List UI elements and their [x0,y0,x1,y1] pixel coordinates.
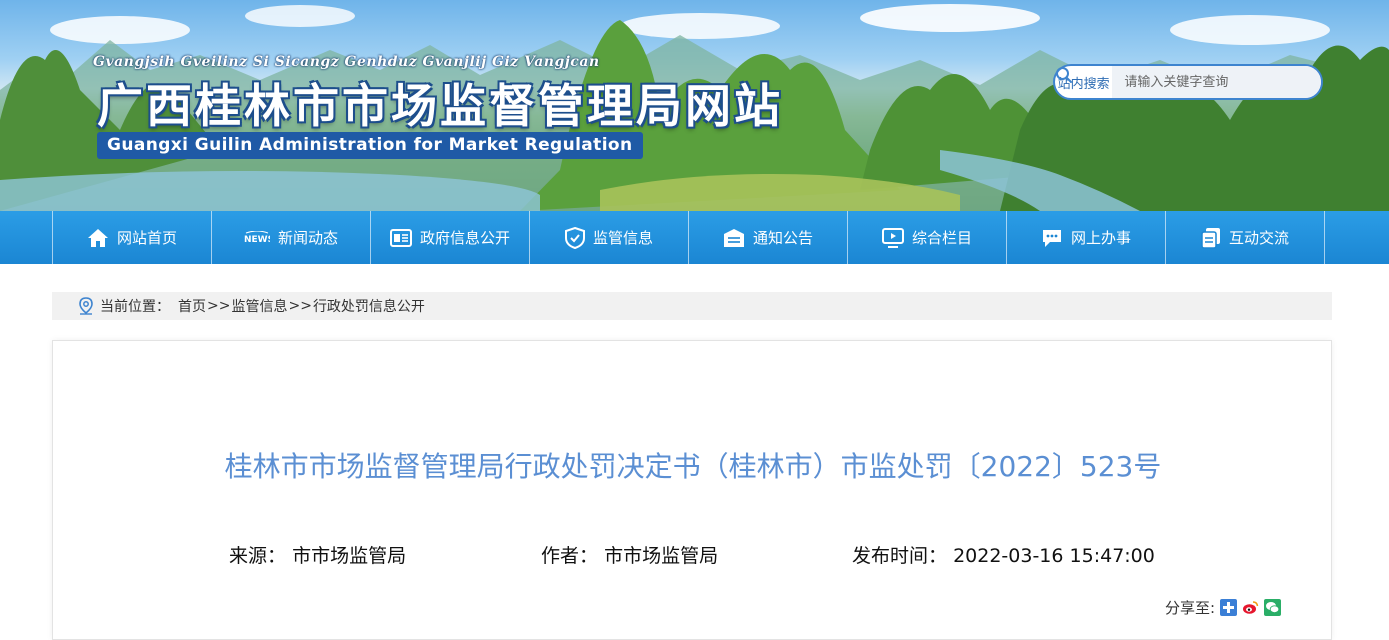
article-author: 作者： 市市场监管局 [541,541,718,568]
search-icon [1056,67,1072,83]
site-banner: Gvangjsih Gveilinz Si Sicangz Genhduz Gv… [0,0,1389,211]
site-title-english: Guangxi Guilin Administration for Market… [97,132,643,159]
copy-icon [1201,227,1220,249]
nav-item-comprehensive[interactable]: 综合栏目 [848,211,1007,264]
nav-item-label: 互动交流 [1228,229,1289,247]
document-icon [389,228,412,247]
nav-item-notice[interactable]: 通知公告 [689,211,848,264]
breadcrumb: 当前位置： 首页 >> 监管信息 >> 行政处罚信息公开 [52,292,1332,320]
author-label: 作者： [541,545,599,567]
nav-item-news[interactable]: NEWS 新闻动态 [212,211,371,264]
article-title: 桂林市市场监督管理局行政处罚决定书（桂林市）市监处罚〔2022〕523号 [224,450,1162,483]
nav-item-label: 新闻动态 [277,229,338,247]
site-title: 广西桂林市市场监督管理局网站 [97,79,783,133]
nav-item-supervision[interactable]: 监管信息 [530,211,689,264]
breadcrumb-separator: >> [207,298,231,314]
nav-item-label: 网上办事 [1070,229,1131,247]
article-source: 来源： 市市场监管局 [229,541,406,568]
share-label: 分享至: [1165,599,1216,617]
site-title-pinyin: Gvangjsih Gveilinz Si Sicangz Genhduz Gv… [93,54,600,70]
nav-item-interaction[interactable]: 互动交流 [1166,211,1325,264]
source-label: 来源： [229,545,287,567]
nav-item-label: 政府信息公开 [419,229,510,247]
nav-item-home[interactable]: 网站首页 [53,211,212,264]
nav-item-gov-info[interactable]: 政府信息公开 [371,211,530,264]
article-panel: 桂林市市场监督管理局行政处罚决定书（桂林市）市监处罚〔2022〕523号 来源：… [52,340,1332,640]
main-nav: 网站首页 NEWS 新闻动态 政府信息公开 监管信息 [0,211,1389,264]
qzone-share-icon[interactable] [1220,599,1238,616]
nav-item-label: 网站首页 [116,229,177,247]
location-icon [79,297,93,315]
publish-time-value: 2022-03-16 15:47:00 [953,545,1155,567]
news-icon: NEWS [244,230,270,245]
search-input[interactable] [1112,66,1295,98]
nav-item-label: 通知公告 [752,229,813,247]
chat-icon [1042,229,1061,247]
search-button[interactable] [1056,66,1321,98]
breadcrumb-prefix: 当前位置： [100,299,170,315]
author-value: 市市场监管局 [604,545,719,567]
source-value: 市市场监管局 [292,545,407,567]
notice-icon [723,228,744,247]
shield-icon [564,226,585,249]
weibo-share-icon[interactable] [1242,599,1260,616]
site-search: 站内搜索 [1053,64,1323,100]
wechat-share-icon[interactable] [1264,599,1282,616]
share-bar: 分享至: [1165,597,1282,618]
monitor-icon [881,227,904,248]
breadcrumb-link-penalty-info[interactable]: 行政处罚信息公开 [313,296,425,316]
nav-item-label: 监管信息 [592,229,653,247]
publish-time-label: 发布时间： [852,545,948,567]
nav-item-online-service[interactable]: 网上办事 [1007,211,1166,264]
breadcrumb-separator: >> [288,298,312,314]
svg-text:NEWS: NEWS [244,235,270,245]
breadcrumb-link-supervision[interactable]: 监管信息 [231,296,287,316]
nav-item-label: 综合栏目 [911,229,972,247]
breadcrumb-link-home[interactable]: 首页 [178,296,206,316]
article-publish-time: 发布时间： 2022-03-16 15:47:00 [852,541,1155,568]
home-icon [87,228,108,247]
